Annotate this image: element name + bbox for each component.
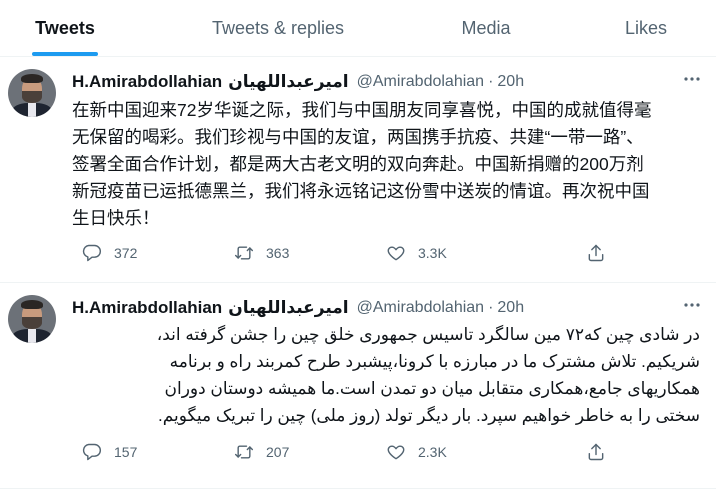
avatar[interactable] xyxy=(8,295,56,343)
tab-tweets-and-replies-label: Tweets & replies xyxy=(211,17,345,38)
retweet-icon xyxy=(234,445,254,459)
tab-likes[interactable]: Likes xyxy=(596,0,696,56)
separator-dot: · xyxy=(488,73,494,90)
retweet-count: 207 xyxy=(266,444,290,460)
reply-button[interactable]: 157 xyxy=(82,442,137,462)
like-count: 2.3K xyxy=(418,444,447,460)
author-name[interactable]: H.Amirabdollahian xyxy=(72,72,222,92)
author-name-persian[interactable]: امیرعبداللهیان xyxy=(228,72,348,92)
tweet-text-line: شریکیم. تلاش مشترک ما در مبارزه با کرونا… xyxy=(169,352,700,371)
tweet-text-line: همکاریهای جامع،همکاری متقابل میان دو تمد… xyxy=(164,379,701,398)
share-button[interactable] xyxy=(586,442,606,462)
tweet[interactable]: H.Amirabdollahian امیرعبداللهیان @Amirab… xyxy=(0,57,716,283)
tab-tweets[interactable]: Tweets xyxy=(0,0,130,56)
tweet[interactable]: H.Amirabdollahian امیرعبداللهیان @Amirab… xyxy=(0,283,716,489)
tweet-text: 在新中国迎来72岁华诞之际，我们与中国朋友同享喜悦，中国的成就值得毫 无保留的喝… xyxy=(72,97,704,232)
profile-tabs: Tweets Tweets & replies Media Likes xyxy=(0,0,716,57)
retweet-count: 363 xyxy=(266,245,290,261)
share-icon xyxy=(588,443,604,461)
tweet-text-line: 新冠疫苗已运抵德黑兰，我们将永远铭记这份雪中送炭的情谊。再次祝中国 xyxy=(72,181,650,201)
tweet-text-line: سختی را به خاطر خواهیم سپرد. بار دیگر تو… xyxy=(157,406,700,425)
author-handle[interactable]: @Amirabdolahian xyxy=(357,73,484,91)
tweet-text-line: 签署全面合作计划，都是两大古老文明的双向奔赴。中国新捐赠的200万剂 xyxy=(72,154,644,174)
author-handle[interactable]: @Amirabdolahian xyxy=(357,299,484,317)
tweet-header: H.Amirabdollahian امیرعبداللهیان @Amirab… xyxy=(72,297,524,319)
retweet-icon xyxy=(234,246,254,260)
share-button[interactable] xyxy=(586,243,606,263)
retweet-button[interactable]: 207 xyxy=(234,442,289,462)
share-icon xyxy=(588,244,604,262)
tweet-header: H.Amirabdollahian امیرعبداللهیان @Amirab… xyxy=(72,71,524,93)
tweet-timestamp[interactable]: 20h xyxy=(497,299,524,317)
like-count: 3.3K xyxy=(418,245,447,261)
heart-icon xyxy=(387,445,405,460)
reply-icon xyxy=(82,443,102,461)
author-name-persian[interactable]: امیرعبداللهیان xyxy=(228,298,348,318)
tweet-actions: 372 363 3.3K xyxy=(66,243,626,267)
reply-icon xyxy=(82,244,102,262)
avatar[interactable] xyxy=(8,69,56,117)
author-name[interactable]: H.Amirabdollahian xyxy=(72,298,222,318)
heart-icon xyxy=(387,246,405,261)
tweet-text: در شادی چین که۷۲ مین سالگرد تاسیس جمهوری… xyxy=(72,321,700,429)
like-button[interactable]: 3.3K xyxy=(386,243,447,263)
like-button[interactable]: 2.3K xyxy=(386,442,447,462)
retweet-button[interactable]: 363 xyxy=(234,243,289,263)
more-icon[interactable] xyxy=(682,69,702,94)
reply-count: 157 xyxy=(114,444,138,460)
tab-media-label: Media xyxy=(461,17,511,38)
tab-tweets-and-replies[interactable]: Tweets & replies xyxy=(188,0,368,56)
more-icon[interactable] xyxy=(682,295,702,320)
tweet-text-line: 在新中国迎来72岁华诞之际，我们与中国朋友同享喜悦，中国的成就值得毫 xyxy=(72,100,652,120)
separator-dot: · xyxy=(488,299,494,316)
tweet-text-line: 无保留的喝彩。我们珍视与中国的友谊，两国携手抗疫、共建“一带一路”、 xyxy=(72,127,644,147)
reply-button[interactable]: 372 xyxy=(82,243,137,263)
tweet-timestamp[interactable]: 20h xyxy=(497,73,524,91)
tweet-actions: 157 207 2.3K xyxy=(66,442,626,466)
tab-likes-label: Likes xyxy=(624,17,668,38)
tab-media[interactable]: Media xyxy=(436,0,536,56)
active-tab-indicator xyxy=(32,52,98,56)
reply-count: 372 xyxy=(114,245,138,261)
tab-tweets-label: Tweets xyxy=(35,17,95,38)
tweet-text-line: در شادی چین که۷۲ مین سالگرد تاسیس جمهوری… xyxy=(156,325,700,344)
tweet-text-line: 生日快乐！ xyxy=(72,208,160,228)
